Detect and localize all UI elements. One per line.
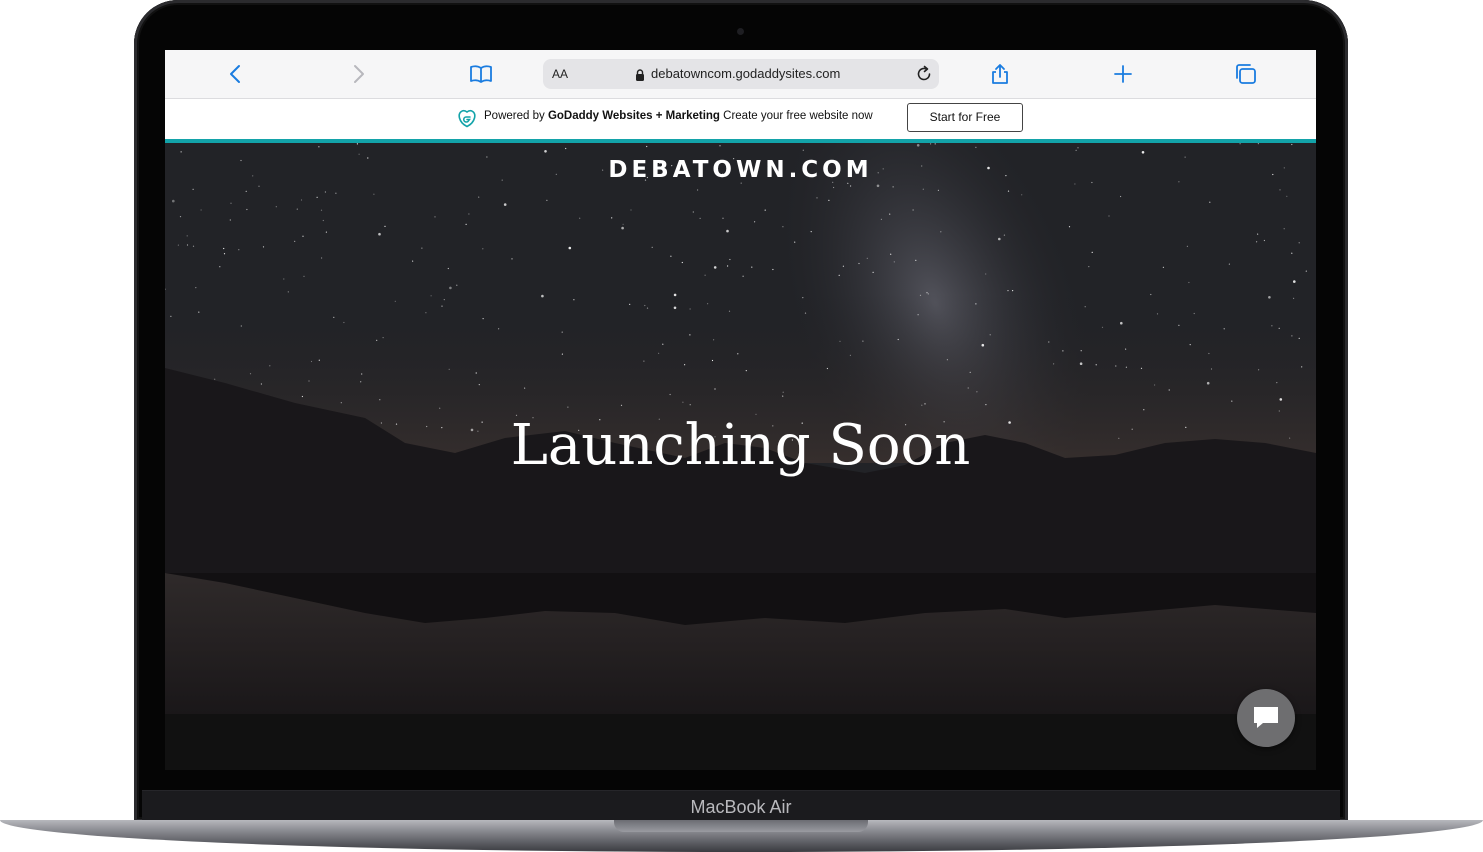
chat-button[interactable] bbox=[1237, 689, 1295, 747]
chevron-left-icon[interactable] bbox=[224, 62, 248, 86]
godaddy-logo-icon bbox=[457, 109, 477, 129]
browser-toolbar: AA debatowncom.godaddysites.com bbox=[165, 50, 1316, 99]
tagline-text: Create your free website now bbox=[719, 110, 873, 122]
laptop-notch bbox=[614, 820, 868, 832]
brand-name[interactable]: GoDaddy Websites + Marketing bbox=[548, 110, 720, 122]
chat-bubble-icon bbox=[1254, 707, 1278, 728]
screenshot-stage: AA debatowncom.godaddysites.com Powered … bbox=[0, 0, 1483, 852]
plus-icon[interactable] bbox=[1111, 62, 1135, 86]
device-label: MacBook Air bbox=[690, 797, 792, 817]
powered-by-text: Powered by bbox=[484, 110, 548, 122]
godaddy-banner: Powered by GoDaddy Websites + Marketing … bbox=[165, 99, 1316, 143]
share-icon[interactable] bbox=[988, 62, 1012, 86]
page-footer-area bbox=[165, 714, 1316, 770]
hero-section: DEBATOWN.COM Launching Soon bbox=[165, 143, 1316, 714]
url-text: debatowncom.godaddysites.com bbox=[651, 66, 841, 81]
browser-screen: AA debatowncom.godaddysites.com Powered … bbox=[165, 50, 1316, 770]
address-bar[interactable]: AA debatowncom.godaddysites.com bbox=[543, 59, 939, 89]
camera bbox=[737, 28, 744, 35]
reader-button[interactable]: AA bbox=[552, 67, 568, 81]
launching-soon-heading: Launching Soon bbox=[510, 413, 971, 478]
reload-icon[interactable] bbox=[914, 64, 934, 84]
lock-icon bbox=[635, 68, 645, 81]
laptop-chin: MacBook Air bbox=[142, 790, 1340, 823]
tabs-icon[interactable] bbox=[1234, 62, 1258, 86]
book-icon[interactable] bbox=[469, 62, 493, 86]
banner-text: Powered by GoDaddy Websites + Marketing … bbox=[484, 110, 873, 122]
site-title[interactable]: DEBATOWN.COM bbox=[165, 157, 1316, 183]
start-for-free-button[interactable]: Start for Free bbox=[907, 103, 1023, 132]
chevron-right-icon[interactable] bbox=[346, 62, 370, 86]
